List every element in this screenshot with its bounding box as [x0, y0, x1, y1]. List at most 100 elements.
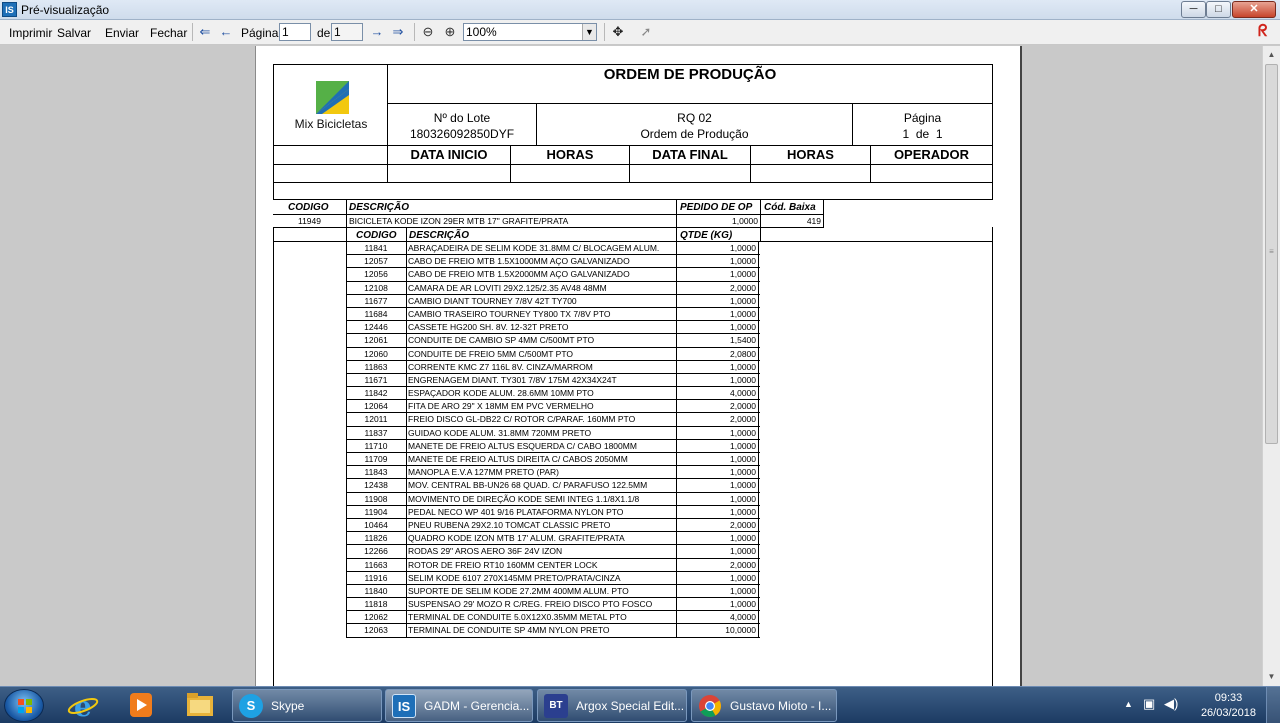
material-qty: 1,0000 — [730, 243, 756, 253]
page-info-value: 1 de 1 — [902, 127, 943, 141]
company-logo-icon — [316, 81, 349, 114]
material-qty: 1,0000 — [730, 506, 756, 517]
material-code: 11843 — [364, 467, 388, 478]
next-page-icon[interactable]: → — [369, 24, 385, 40]
start-button[interactable] — [4, 689, 44, 722]
send-button[interactable]: Enviar — [105, 26, 139, 40]
title-bar: IS Pré-visualização ─ □ ✕ — [0, 0, 1280, 20]
zoom-out-icon[interactable]: ⊖ — [420, 24, 436, 40]
material-row: 11709 MANETE DE FREIO ALTUS DIREITA C/ CA… — [346, 453, 760, 467]
previous-page-icon[interactable]: ← — [218, 24, 234, 40]
material-code: 12011 — [364, 414, 388, 425]
material-qty: 1,0000 — [730, 361, 756, 372]
taskbar-button-label: Skype — [271, 699, 305, 713]
show-hidden-icons-icon[interactable]: ▲ — [1124, 699, 1133, 709]
material-code: 11863 — [364, 361, 388, 372]
divider — [387, 103, 993, 104]
product-code: 11949 — [297, 216, 321, 226]
preview-toolbar: Imprimir Salvar Enviar Fechar ⇐ ← Página… — [0, 20, 1280, 45]
last-page-icon[interactable]: ⇒ — [390, 24, 406, 40]
material-description: CONDUITE DE CAMBIO SP 4MM C/500MT PTO — [408, 335, 595, 346]
clock[interactable]: 09:33 26/03/2018 — [1201, 691, 1256, 721]
material-description: ESPAÇADOR KODE ALUM. 28.6MM 10MM PTO — [408, 388, 594, 399]
network-icon[interactable]: ▣ — [1143, 696, 1155, 712]
clock-time: 09:33 — [1214, 692, 1243, 704]
pointer-icon[interactable]: ➚ — [638, 24, 654, 40]
material-row: 11842 ESPAÇADOR KODE ALUM. 28.6MM 10MM PT… — [346, 387, 760, 401]
taskbar-button-skype[interactable]: S Skype — [232, 689, 382, 722]
save-button[interactable]: Salvar — [57, 26, 91, 40]
divider — [406, 228, 407, 242]
material-code: 12438 — [364, 480, 388, 491]
print-button[interactable]: Imprimir — [9, 26, 52, 40]
internet-explorer-icon[interactable]: e — [60, 690, 108, 721]
material-row: 11663 ROTOR DE FREIO RT10 160MM CENTER LO… — [346, 558, 760, 572]
report-title: ORDEM DE PRODUÇÃO — [603, 66, 777, 83]
material-row: 11841 ABRAÇADEIRA DE SELIM KODE 31.8MM C/… — [346, 242, 760, 256]
zoom-value: 100% — [466, 25, 497, 39]
file-explorer-icon[interactable] — [176, 690, 224, 721]
toolbar-separator — [414, 23, 415, 41]
zoom-select[interactable]: 100% ▼ — [463, 23, 597, 41]
material-code: 11677 — [364, 295, 388, 306]
material-qty: 1,0000 — [730, 374, 756, 385]
material-description: CONDUITE DE FREIO 5MM C/500MT PTO — [408, 348, 573, 359]
show-desktop-button[interactable] — [1266, 687, 1280, 723]
material-row: 11843 MANOPLA E.V.A 127MM PRETO (PAR) 1,00… — [346, 466, 760, 480]
company-name: Mix Bicicletas — [294, 117, 368, 131]
material-row: 11916 SELIM KODE 6107 270X145MM PRETO/PRA… — [346, 571, 760, 585]
material-qty: 1,0000 — [730, 440, 756, 451]
taskbar-button-gadm[interactable]: IS GADM - Gerencia... — [385, 689, 533, 722]
material-description: ABRAÇADEIRA DE SELIM KODE 31.8MM C/ BLOC… — [408, 243, 660, 253]
material-row: 11818 SUSPENSAO 29' MOZO R C/REG. FREIO D… — [346, 598, 760, 612]
scroll-down-icon[interactable]: ▼ — [1263, 668, 1280, 685]
first-page-icon[interactable]: ⇐ — [197, 24, 213, 40]
material-code: 11826 — [364, 533, 388, 544]
rq-description: Ordem de Produção — [640, 127, 749, 141]
maximize-button[interactable]: □ — [1206, 1, 1231, 18]
material-row: 11904 PEDAL NECO WP 401 9/16 PLATAFORMA N… — [346, 505, 760, 519]
close-button[interactable]: ✕ — [1232, 1, 1276, 18]
material-qty: 2,0000 — [730, 519, 756, 530]
material-code: 12446 — [364, 322, 388, 333]
material-code: 12108 — [364, 282, 388, 293]
product-qty: 1,0000 — [732, 216, 758, 226]
material-qty: 1,0000 — [730, 308, 756, 319]
material-code: 11818 — [364, 599, 388, 610]
pan-move-icon[interactable]: ✥ — [610, 24, 626, 40]
zoom-in-icon[interactable]: ⊕ — [442, 24, 458, 40]
vertical-scrollbar[interactable]: ▲ ≡ ▼ — [1262, 46, 1280, 686]
volume-icon[interactable]: ◀) — [1164, 696, 1178, 712]
material-qty: 1,0000 — [730, 467, 756, 478]
material-code: 12061 — [364, 335, 388, 346]
product-qty-header: PEDIDO DE OP — [680, 202, 753, 213]
media-player-icon[interactable] — [117, 690, 165, 721]
page-number-input[interactable]: 1 — [279, 23, 311, 41]
svg-text:e: e — [74, 690, 92, 721]
material-code: 12062 — [364, 612, 388, 623]
material-qty: 1,0000 — [730, 480, 756, 491]
materials-qty-header: QTDE (KG) — [680, 230, 733, 241]
chevron-down-icon[interactable]: ▼ — [582, 24, 596, 40]
window-title: Pré-visualização — [21, 3, 110, 17]
material-qty: 1,0000 — [730, 322, 756, 333]
material-row: 11863 CORRENTE KMC Z7 116L 8V. CINZA/MARR… — [346, 360, 760, 374]
close-preview-button[interactable]: Fechar — [150, 26, 187, 40]
scroll-up-icon[interactable]: ▲ — [1263, 46, 1280, 63]
material-code: 11842 — [364, 388, 388, 399]
taskbar-button-argox[interactable]: BT Argox Special Edit... — [537, 689, 687, 722]
bt-app-icon: BT — [544, 694, 568, 718]
product-description: BICICLETA KODE IZON 29ER MTB 17" GRAFITE… — [349, 216, 569, 226]
material-qty: 1,0000 — [730, 599, 756, 610]
material-row: 11908 MOVIMENTO DE DIREÇÃO KODE SEMI INTE… — [346, 492, 760, 506]
material-code: 11684 — [364, 308, 388, 319]
material-description: PNEU RUBENA 29X2.10 TOMCAT CLASSIC PRETO — [408, 519, 611, 530]
divider — [346, 228, 347, 242]
material-code: 12064 — [364, 401, 388, 412]
material-qty: 1,0000 — [730, 533, 756, 544]
taskbar-button-chrome[interactable]: Gustavo Mioto - I... — [691, 689, 837, 722]
col-operador: OPERADOR — [893, 147, 970, 162]
material-description: CAMBIO DIANT TOURNEY 7/8V 42T TY700 — [408, 295, 577, 306]
material-row: 12438 MOV. CENTRAL BB-UN26 68 QUAD. C/ PA… — [346, 479, 760, 493]
minimize-button[interactable]: ─ — [1181, 1, 1206, 18]
